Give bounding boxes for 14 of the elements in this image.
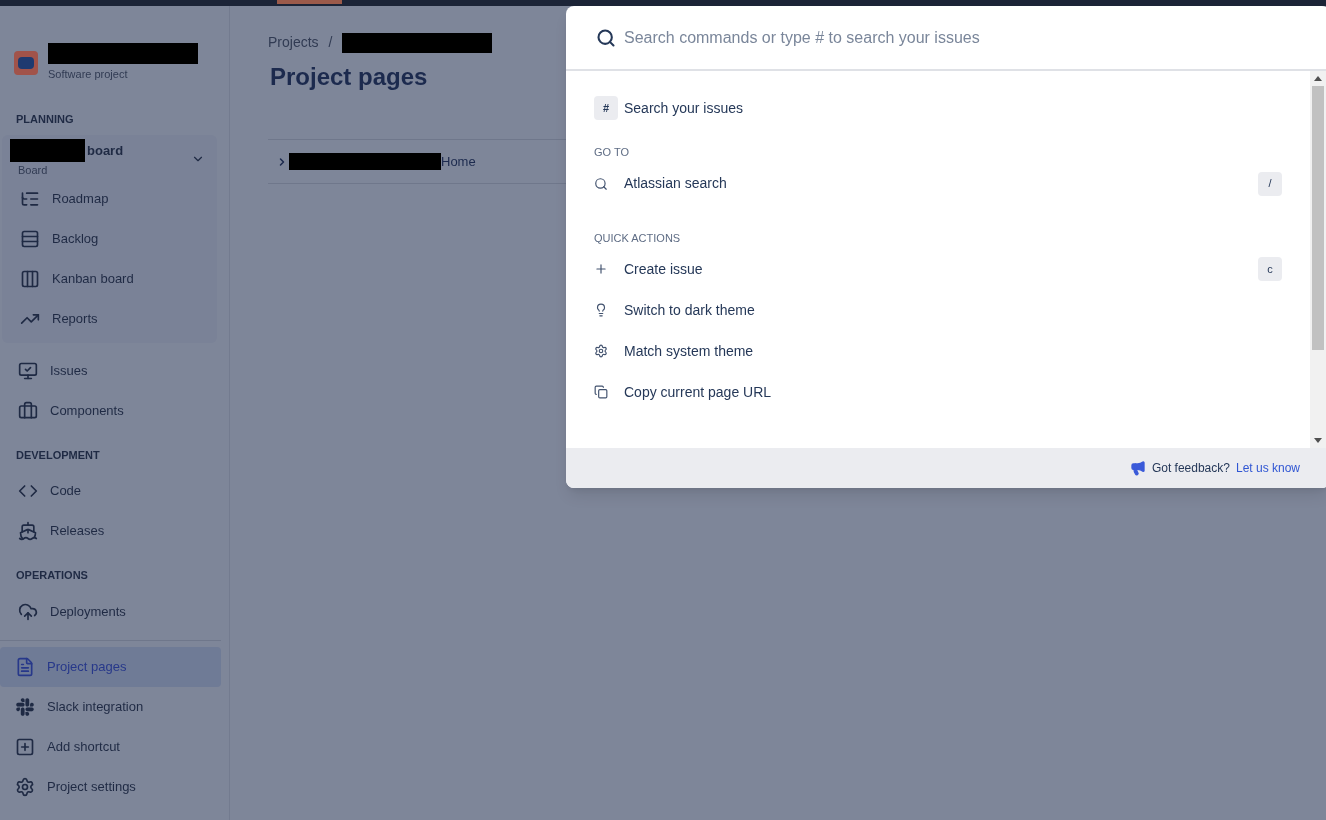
board-type: Board (17, 163, 49, 178)
shortcut-key: c (1258, 257, 1282, 281)
breadcrumb-separator: / (328, 33, 333, 52)
feedback-prompt: Got feedback? (1151, 460, 1230, 477)
shortcut-key: / (1258, 171, 1282, 196)
board-name: board (87, 141, 124, 160)
section-heading: OPERATIONS (15, 568, 89, 583)
hash-key: # (594, 96, 618, 120)
section-heading: PLANNING (15, 111, 75, 127)
project-type: Software project (48, 67, 129, 82)
section-heading: GO TO (594, 145, 631, 160)
section-heading: DEVELOPMENT (15, 447, 101, 463)
section-heading: QUICK ACTIONS (594, 230, 682, 246)
page-title: Project pages (270, 62, 428, 92)
